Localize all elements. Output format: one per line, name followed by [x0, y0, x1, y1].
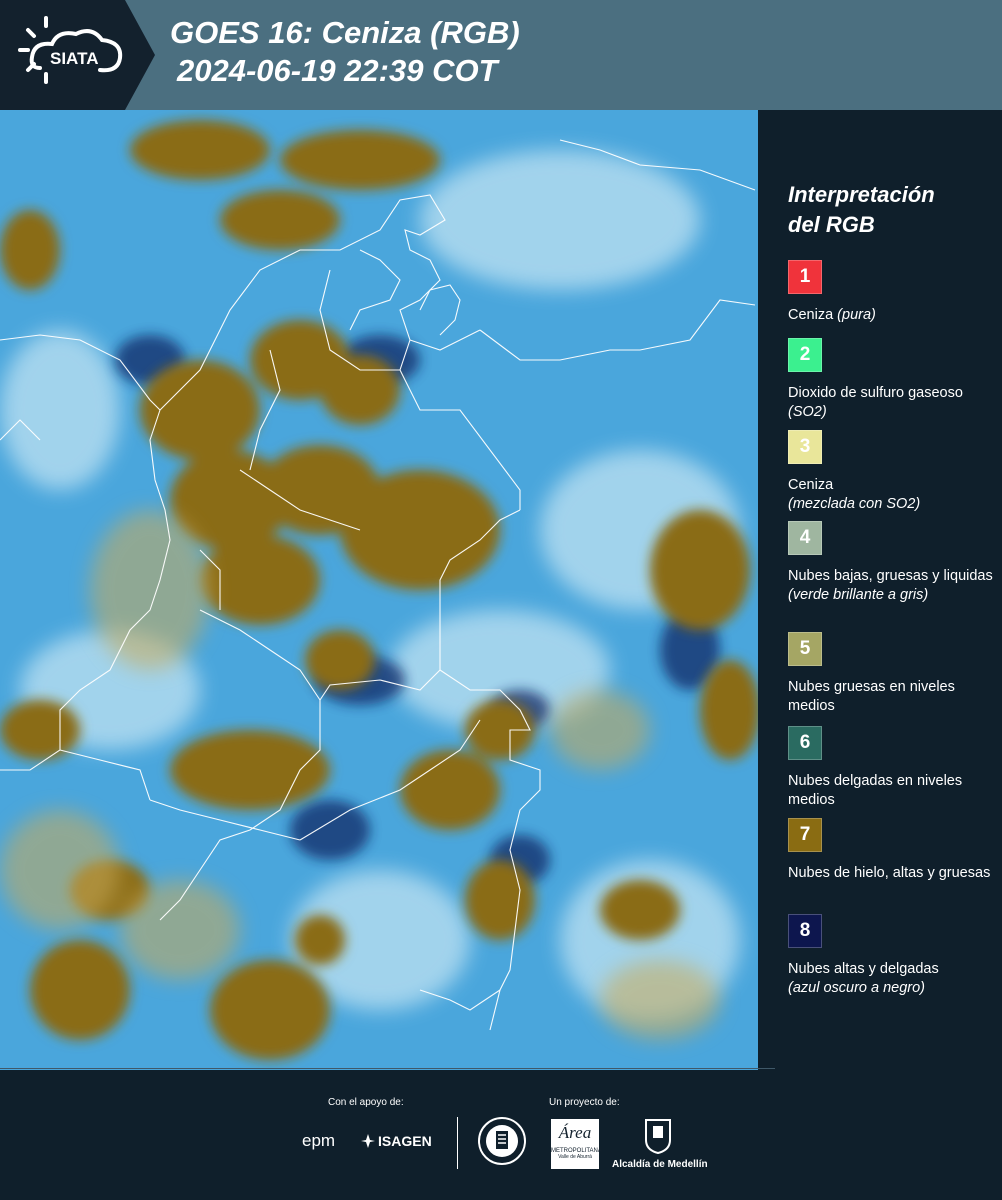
legend-label: Nubes de hielo, altas y gruesas	[788, 865, 991, 881]
alcaldia-logo: Alcaldía de Medellín	[612, 1159, 708, 1170]
epm-logo: epm	[302, 1131, 336, 1150]
legend-number: 8	[799, 920, 811, 941]
legend-title-line1: Interpretación	[788, 182, 935, 207]
legend-swatch: 3	[788, 430, 822, 464]
legend-title-line2: del RGB	[788, 212, 875, 237]
legend-number: 6	[799, 732, 811, 753]
legend-number: 1	[799, 266, 811, 287]
siata-logo: SIATA	[0, 0, 155, 110]
project-caption: Un proyecto de:	[549, 1097, 620, 1108]
legend-number: 7	[799, 824, 811, 845]
legend-item-5: 5 Nubes gruesas en niveles medios	[788, 632, 993, 716]
legend-item-6: 6 Nubes delgadas en niveles medios	[788, 726, 993, 810]
legend-item-2: 2 Dioxido de sulfuro gaseoso (SO2)	[788, 338, 993, 422]
footer-divider	[0, 1068, 775, 1069]
isagen-logo: ISAGEN	[378, 1133, 432, 1149]
legend-label: Nubes gruesas en niveles medios	[788, 679, 955, 714]
title-timestamp: 2024-06-19 22:39 COT	[177, 53, 498, 88]
legend-label: Dioxido de sulfuro gaseoso (SO2)	[788, 385, 963, 420]
legend-swatch: 6	[788, 726, 822, 760]
legend-item-8: 8 Nubes altas y delgadas (azul oscuro a n…	[788, 914, 993, 998]
legend-label: Nubes bajas, gruesas y liquidas (verde br…	[788, 568, 993, 603]
legend-item-1: 1 Ceniza (pura)	[788, 260, 993, 325]
svg-text:SIATA: SIATA	[50, 49, 98, 68]
header-bar: SIATA GOES 16: Ceniza (RGB) 2024-06-19 2…	[0, 0, 1002, 110]
support-caption: Con el apoyo de:	[328, 1097, 404, 1108]
area-logo-name: Área	[558, 1123, 592, 1142]
legend-number: 2	[799, 344, 811, 365]
legend-label: Nubes delgadas en niveles medios	[788, 773, 963, 808]
legend-number: 5	[799, 638, 811, 659]
legend-number: 4	[799, 527, 811, 548]
legend-swatch: 2	[788, 338, 822, 372]
legend-number: 3	[799, 436, 811, 457]
satellite-rgb-map	[0, 110, 758, 1070]
area-logo-sub2: Valle de Aburrá	[558, 1154, 592, 1160]
legend-title: Interpretación del RGB	[788, 180, 988, 240]
university-seal-icon	[478, 1117, 526, 1165]
legend-item-4: 4 Nubes bajas, gruesas y liquidas (verde …	[788, 521, 993, 605]
title-product: GOES 16: Ceniza (RGB)	[170, 15, 520, 50]
legend-swatch: 5	[788, 632, 822, 666]
legend-label: Ceniza (pura)	[788, 307, 876, 323]
legend-swatch: 7	[788, 818, 822, 852]
area-metropolitana-logo: Área METROPOLITANA Valle de Aburrá	[551, 1119, 602, 1169]
legend-swatch: 4	[788, 521, 822, 555]
legend-label: Nubes altas y delgadas (azul oscuro a neg…	[788, 961, 939, 996]
page-title: GOES 16: Ceniza (RGB) 2024-06-19 22:39 C…	[170, 14, 520, 90]
legend-item-7: 7 Nubes de hielo, altas y gruesas	[788, 818, 993, 883]
legend-label: Ceniza (mezclada con SO2)	[788, 477, 921, 512]
footer-separator	[457, 1117, 458, 1169]
isagen-mark-icon	[361, 1134, 375, 1148]
legend-swatch: 8	[788, 914, 822, 948]
legend-swatch: 1	[788, 260, 822, 294]
legend-item-3: 3 Ceniza (mezclada con SO2)	[788, 430, 993, 514]
alcaldia-shield-icon	[645, 1119, 671, 1154]
